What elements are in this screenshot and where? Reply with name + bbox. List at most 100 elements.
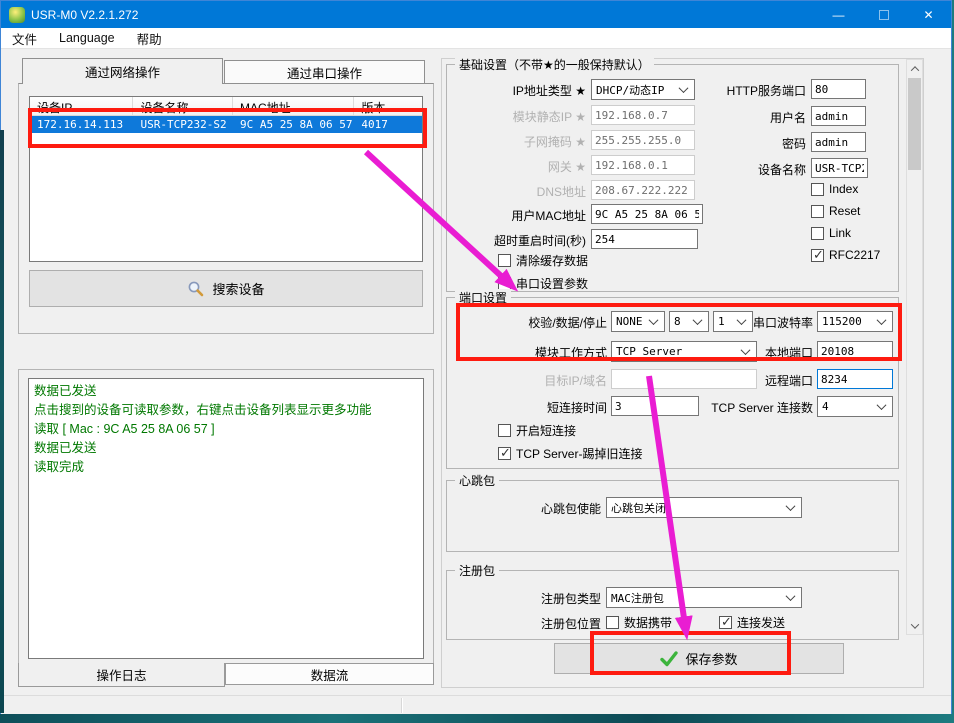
dns-label: DNS地址 <box>449 183 586 200</box>
local-port-label: 本地端口 <box>701 344 813 361</box>
reset-label: Reset <box>829 204 860 218</box>
device-name-field[interactable] <box>811 158 868 178</box>
search-device-button[interactable]: 搜索设备 <box>29 270 423 307</box>
data-carry-checkbox[interactable] <box>606 616 619 629</box>
minimize-button[interactable]: — <box>816 1 861 28</box>
tab-network-operation[interactable]: 通过网络操作 <box>22 58 223 84</box>
remote-port-label: 远程端口 <box>701 372 813 389</box>
parity-select[interactable]: NONE <box>611 311 665 332</box>
save-params-button[interactable]: 保存参数 <box>554 643 844 674</box>
parity-data-stop-label: 校验/数据/停止 <box>449 314 607 331</box>
chevron-up-icon <box>910 66 918 74</box>
scroll-down-button[interactable] <box>907 617 922 634</box>
scroll-up-button[interactable] <box>907 60 922 77</box>
enable-short-conn-checkbox[interactable] <box>498 424 511 437</box>
local-port-field[interactable] <box>817 341 893 361</box>
enable-short-conn-checkbox-row[interactable]: 开启短连接 <box>498 422 576 439</box>
heartbeat-enable-select[interactable]: 心跳包关闭 <box>606 497 802 518</box>
tab-operation-log[interactable]: 操作日志 <box>18 663 225 687</box>
gateway-field[interactable] <box>591 155 695 175</box>
tcp-connections-select[interactable]: 4 <box>817 396 893 417</box>
user-mac-label: 用户MAC地址 <box>449 207 586 224</box>
menu-language[interactable]: Language <box>48 31 126 45</box>
remote-port-field[interactable] <box>817 369 893 389</box>
clear-cache-checkbox[interactable] <box>498 254 511 267</box>
scrollbar-thumb[interactable] <box>908 78 921 170</box>
conn-send-label: 连接发送 <box>737 614 785 631</box>
register-type-select[interactable]: MAC注册包 <box>606 587 802 608</box>
menubar: 文件 Language 帮助 <box>1 28 951 49</box>
menu-file[interactable]: 文件 <box>1 29 48 48</box>
index-checkbox[interactable] <box>811 183 824 196</box>
device-row-selected[interactable]: 172.16.14.113 USR-TCP232-S2 9C A5 25 8A … <box>30 116 422 133</box>
col-header-mac[interactable]: MAC地址 <box>233 97 354 115</box>
target-ip-label: 目标IP/域名 <box>449 372 607 389</box>
status-bar-divider <box>401 698 403 713</box>
save-params-label: 保存参数 <box>685 649 737 668</box>
user-mac-field[interactable] <box>591 204 703 224</box>
kick-old-conn-checkbox[interactable] <box>498 447 511 460</box>
index-checkbox-row[interactable]: Index <box>811 182 858 196</box>
gateway-label: 网关 ★ <box>449 158 586 175</box>
port-settings-legend: 端口设置 <box>455 289 511 306</box>
clear-cache-label: 清除缓存数据 <box>516 252 588 269</box>
minimize-icon: — <box>833 8 845 22</box>
col-header-version[interactable]: 版本 <box>354 97 422 115</box>
ip-type-select[interactable]: DHCP/动态IP <box>591 79 695 100</box>
password-label: 密码 <box>701 135 806 152</box>
heartbeat-legend: 心跳包 <box>455 472 499 489</box>
operation-log[interactable]: 数据已发送 点击搜到的设备可读取参数，右键点击设备列表显示更多功能 读取 [ M… <box>28 378 424 659</box>
dns-field[interactable] <box>591 180 695 200</box>
close-button[interactable]: ✕ <box>906 1 951 28</box>
search-icon <box>187 280 204 297</box>
log-line: 点击搜到的设备可读取参数，右键点击设备列表显示更多功能 <box>34 401 418 420</box>
desktop-background-sliver <box>0 130 4 713</box>
device-ip-cell: 172.16.14.113 <box>30 116 133 133</box>
static-ip-field[interactable] <box>591 105 695 125</box>
settings-scrollbar[interactable] <box>906 59 923 635</box>
maximize-icon <box>879 10 889 20</box>
data-carry-label: 数据携带 <box>624 614 672 631</box>
enable-short-conn-label: 开启短连接 <box>516 422 576 439</box>
device-list-header: 设备IP 设备名称 MAC地址 版本 <box>30 97 422 116</box>
col-header-device-name[interactable]: 设备名称 <box>133 97 233 115</box>
save-check-icon <box>660 651 678 667</box>
menu-help[interactable]: 帮助 <box>126 29 173 48</box>
http-port-label: HTTP服务端口 <box>701 82 806 99</box>
reset-checkbox[interactable] <box>811 205 824 218</box>
log-line: 数据已发送 <box>34 439 418 458</box>
http-port-field[interactable] <box>811 79 866 99</box>
subnet-mask-field[interactable] <box>591 130 695 150</box>
tab-data-stream[interactable]: 数据流 <box>225 663 434 685</box>
device-name-label: 设备名称 <box>701 161 806 178</box>
link-checkbox-row[interactable]: Link <box>811 226 851 240</box>
serial-set-params-checkbox-row[interactable]: 串口设置参数 <box>498 275 588 292</box>
conn-send-checkbox-row[interactable]: 连接发送 <box>719 614 785 631</box>
log-line: 读取完成 <box>34 458 418 477</box>
maximize-button[interactable] <box>861 1 906 28</box>
tab-operation-log-label: 操作日志 <box>96 665 146 684</box>
heartbeat-enable-label: 心跳包使能 <box>461 500 601 517</box>
clear-cache-checkbox-row[interactable]: 清除缓存数据 <box>498 252 588 269</box>
close-icon: ✕ <box>923 8 933 22</box>
index-label: Index <box>829 182 858 196</box>
ip-type-value: DHCP/动态IP <box>596 82 664 98</box>
link-checkbox[interactable] <box>811 227 824 240</box>
short-conn-time-field[interactable] <box>611 396 699 416</box>
rfc2217-checkbox-row[interactable]: RFC2217 <box>811 248 880 262</box>
reset-checkbox-row[interactable]: Reset <box>811 204 860 218</box>
tab-serial-operation[interactable]: 通过串口操作 <box>224 60 425 84</box>
password-field[interactable] <box>811 132 866 152</box>
timeout-restart-field[interactable] <box>591 229 698 249</box>
log-line: 数据已发送 <box>34 382 418 401</box>
col-header-device-ip[interactable]: 设备IP <box>30 97 133 115</box>
heartbeat-enable-value: 心跳包关闭 <box>611 500 666 516</box>
device-name-cell: USR-TCP232-S2 <box>133 116 232 133</box>
conn-send-checkbox[interactable] <box>719 616 732 629</box>
rfc2217-checkbox[interactable] <box>811 249 824 262</box>
data-carry-checkbox-row[interactable]: 数据携带 <box>606 614 672 631</box>
username-field[interactable] <box>811 106 866 126</box>
baud-rate-select[interactable]: 115200 <box>817 311 893 332</box>
kick-old-conn-checkbox-row[interactable]: TCP Server-踢掉旧连接 <box>498 445 642 462</box>
device-version-cell: 4017 <box>354 116 422 133</box>
